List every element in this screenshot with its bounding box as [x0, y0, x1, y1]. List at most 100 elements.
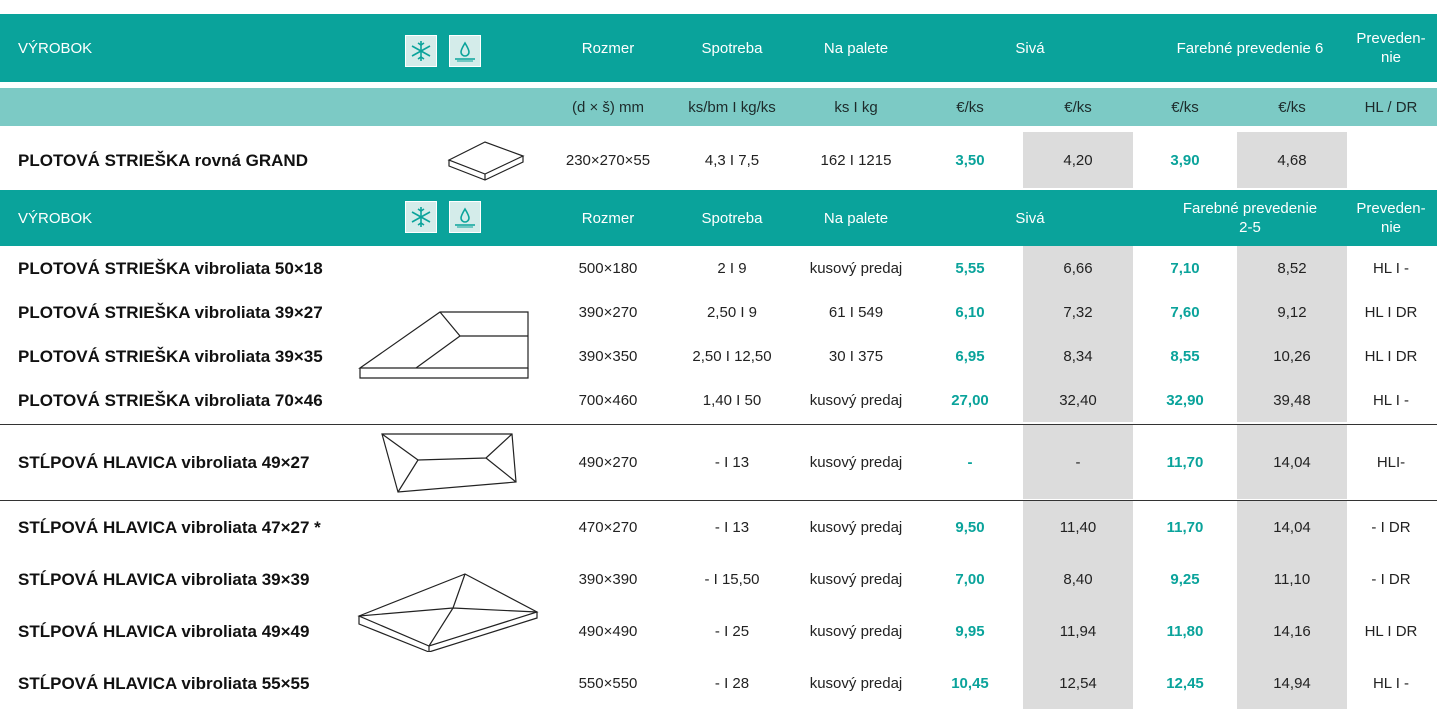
pallet: kusový predaj	[809, 622, 903, 640]
price-color-vat: 39,48	[1237, 378, 1347, 422]
price-grey-vat: 4,20	[1023, 132, 1133, 188]
variant: HL I DR	[1364, 347, 1418, 365]
price-grey-vat: 6,66	[1023, 246, 1133, 290]
table-row: STĹPOVÁ HLAVICA vibroliata 39×39 390×390…	[0, 553, 1437, 605]
header-row-2: VÝROBOK Rozmer Spotreba Na palete Sivá F…	[0, 190, 1437, 246]
price-grey-vat: 32,40	[1023, 378, 1133, 422]
header-variant-line1: Preveden-	[1356, 200, 1426, 217]
size: 470×270	[578, 518, 638, 536]
price-color-vat: 4,68	[1237, 132, 1347, 188]
size: 390×390	[578, 570, 638, 588]
variant: - I DR	[1371, 570, 1411, 588]
pallet: 30 I 375	[828, 347, 884, 365]
product-image-pyramid-cap	[357, 573, 539, 652]
header-variant-line2: nie	[1380, 219, 1402, 236]
price-grey-vat: 11,40	[1023, 501, 1133, 553]
header-variant: Preveden- nie	[1350, 14, 1432, 82]
unit-pallet: ks I kg	[834, 98, 878, 116]
variant: HL I -	[1372, 391, 1410, 409]
price-grey-vat: 8,34	[1023, 334, 1133, 378]
size: 390×350	[578, 347, 638, 365]
product-name: STĹPOVÁ HLAVICA vibroliata 55×55	[18, 673, 310, 693]
price-grey: 9,95	[955, 622, 985, 640]
header-grey: Sivá	[1015, 39, 1045, 57]
price-grey-vat: 12,54	[1023, 657, 1133, 709]
consumption: - I 28	[714, 674, 750, 692]
consumption: 2,50 I 12,50	[692, 347, 772, 365]
consumption: - I 13	[714, 453, 750, 471]
price-color: 11,70	[1166, 518, 1204, 536]
consumption: 4,3 I 7,5	[704, 151, 760, 169]
size: 500×180	[578, 259, 638, 277]
consumption: 1,40 I 50	[702, 391, 762, 409]
price-color-vat: 8,52	[1237, 246, 1347, 290]
price-color: 12,45	[1166, 674, 1204, 692]
variant	[1350, 132, 1432, 188]
pallet: kusový predaj	[809, 674, 903, 692]
price-grey: -	[967, 453, 973, 471]
product-name: PLOTOVÁ STRIEŠKA vibroliata 70×46	[18, 390, 323, 410]
variant: HLI-	[1376, 453, 1406, 471]
header-size: Rozmer	[581, 209, 635, 227]
price-color-vat: 14,94	[1237, 657, 1347, 709]
table-row: PLOTOVÁ STRIEŠKA vibroliata 50×18 500×18…	[0, 246, 1437, 290]
pallet: kusový predaj	[809, 570, 903, 588]
product-name: PLOTOVÁ STRIEŠKA vibroliata 39×27	[18, 302, 323, 322]
pallet: 162 I 1215	[820, 151, 892, 169]
header-color-line2: 2-5	[1239, 219, 1261, 236]
price-color-vat: 14,04	[1237, 425, 1347, 499]
size: 490×490	[578, 622, 638, 640]
header-color: Farebné prevedenie 6	[1176, 39, 1324, 57]
product-name: STĹPOVÁ HLAVICA vibroliata 39×39	[18, 569, 310, 589]
pallet: kusový predaj	[809, 453, 903, 471]
unit-p2: €/ks	[1064, 98, 1092, 116]
price-grey: 6,10	[955, 303, 985, 321]
header-color-line1: Farebné prevedenie	[1182, 200, 1318, 217]
consumption: 2,50 I 9	[706, 303, 758, 321]
unit-variant: HL / DR	[1364, 98, 1418, 116]
size: 230×270×55	[565, 151, 651, 169]
price-grey: 6,95	[955, 347, 985, 365]
header-color: Farebné prevedenie 2-5	[1135, 190, 1365, 246]
product-image-pillar-cap	[381, 433, 517, 493]
consumption: 2 I 9	[717, 259, 747, 277]
table-row: PLOTOVÁ STRIEŠKA vibroliata 39×35 390×35…	[0, 334, 1437, 378]
table-row: PLOTOVÁ STRIEŠKA vibroliata 70×46 700×46…	[0, 378, 1437, 422]
product-name: STĹPOVÁ HLAVICA vibroliata 49×27	[18, 452, 310, 472]
price-grey: 27,00	[951, 391, 989, 409]
unit-size: (d × š) mm	[571, 98, 645, 116]
price-color: 11,70	[1166, 453, 1204, 471]
header-grey: Sivá	[1015, 209, 1045, 227]
size: 490×270	[578, 453, 638, 471]
header-pallet: Na palete	[823, 39, 889, 57]
price-color: 8,55	[1170, 347, 1200, 365]
variant: HL I DR	[1364, 303, 1418, 321]
water-drop-icon	[449, 201, 481, 233]
price-grey: 10,45	[951, 674, 989, 692]
price-color: 7,60	[1170, 303, 1200, 321]
product-image-grand	[447, 141, 525, 181]
variant: HL I -	[1372, 674, 1410, 692]
water-drop-icon	[449, 35, 481, 67]
price-grey: 9,50	[955, 518, 985, 536]
consumption: - I 15,50	[704, 570, 760, 588]
price-grey-vat: 11,94	[1023, 605, 1133, 657]
consumption: - I 13	[714, 518, 750, 536]
price-color: 11,80	[1166, 622, 1204, 640]
snowflake-icon	[405, 201, 437, 233]
header-pallet: Na palete	[823, 209, 889, 227]
price-grey: 3,50	[955, 151, 985, 169]
price-grey-vat: -	[1023, 425, 1133, 499]
pallet: kusový predaj	[809, 518, 903, 536]
product-name: PLOTOVÁ STRIEŠKA rovná GRAND	[18, 150, 308, 170]
price-grey-vat: 8,40	[1023, 553, 1133, 605]
price-grey-vat: 7,32	[1023, 290, 1133, 334]
header-variant-line2: nie	[1380, 49, 1402, 66]
table-row: PLOTOVÁ STRIEŠKA vibroliata 39×27 390×27…	[0, 290, 1437, 334]
price-color-vat: 9,12	[1237, 290, 1347, 334]
size: 700×460	[578, 391, 638, 409]
header-product: VÝROBOK	[18, 209, 93, 227]
price-grey: 5,55	[955, 259, 985, 277]
product-name: STĹPOVÁ HLAVICA vibroliata 49×49	[18, 621, 310, 641]
header-product: VÝROBOK	[18, 39, 93, 57]
